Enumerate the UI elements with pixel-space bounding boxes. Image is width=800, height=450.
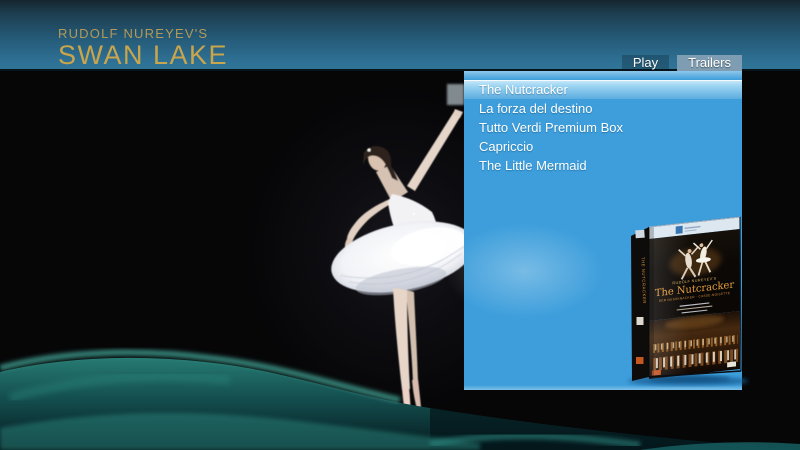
dvd-front-cover: RUDOLF NUREYEV'S The Nutcracker DER NUSS… [649,217,740,379]
dvd-spine: THE NUTCRACKER [631,227,649,381]
dvd-cover-the-nutcracker: THE NUTCRACKER [610,205,755,390]
spine-label-logo-icon [637,317,644,325]
menu-tabs: Play Trailers [622,55,742,71]
trailer-item-capriccio[interactable]: Capriccio [464,137,742,156]
trailer-item-the-little-mermaid[interactable]: The Little Mermaid [464,156,742,175]
translucent-tutu-glow [442,221,607,321]
page-title: SWAN LAKE [58,42,228,70]
tab-trailers[interactable]: Trailers [677,55,742,71]
trailer-item-la-forza-del-destino[interactable]: La forza del destino [464,99,742,118]
trailer-list: The Nutcracker La forza del destino Tutt… [464,80,742,175]
background-grey-object [447,84,464,105]
spine-top-logo-icon [635,230,645,239]
spine-orange-logo-icon [636,357,644,364]
artist-subtitle: RUDOLF NUREYEV'S [58,26,228,41]
tab-play[interactable]: Play [622,55,669,71]
trailer-item-the-nutcracker[interactable]: The Nutcracker [464,80,742,99]
trailer-item-tutto-verdi-premium-box[interactable]: Tutto Verdi Premium Box [464,118,742,137]
tiara-sparkle [367,148,370,151]
trailers-panel: The Nutcracker La forza del destino Tutt… [464,71,742,390]
title-block: RUDOLF NUREYEV'S SWAN LAKE [58,26,228,70]
